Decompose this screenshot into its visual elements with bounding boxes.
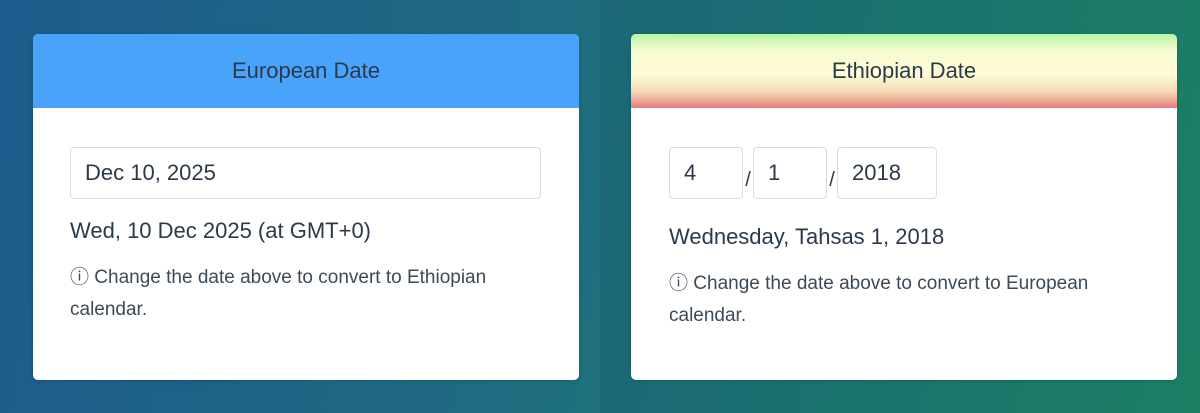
- ethiopian-day-input[interactable]: 4: [669, 147, 743, 199]
- ethiopian-card-header: Ethiopian Date: [631, 34, 1177, 108]
- european-hint-text: Change the date above to convert to Ethi…: [70, 267, 487, 320]
- european-converted-date: Wed, 10 Dec 2025 (at GMT+0): [70, 218, 372, 243]
- date-separator: /: [829, 168, 835, 191]
- european-card-header: European Date: [33, 34, 579, 108]
- ethiopian-year-value: 2018: [852, 160, 901, 185]
- ethiopian-hint: ⓘ Change the date above to convert to Eu…: [669, 268, 1089, 332]
- european-card-body: Dec 10, 2025 Wed, 10 Dec 2025 (at GMT+0)…: [33, 108, 579, 326]
- european-card-title: European Date: [232, 58, 380, 83]
- ethiopian-month-input[interactable]: 1: [753, 147, 827, 199]
- european-date-card: European Date Dec 10, 2025 Wed, 10 Dec 2…: [33, 34, 579, 380]
- ethiopian-date-card: Ethiopian Date 4 / 1 / 2018 Wednesday, T…: [631, 34, 1177, 380]
- ethiopian-column: Ethiopian Date 4 / 1 / 2018 Wednesday, T…: [600, 0, 1200, 413]
- date-separator: /: [745, 168, 751, 191]
- ethiopian-day-value: 4: [684, 160, 697, 185]
- ethiopian-converted-date: Wednesday, Tahsas 1, 2018: [669, 224, 945, 249]
- info-icon: ⓘ: [70, 267, 90, 288]
- european-column: European Date Dec 10, 2025 Wed, 10 Dec 2…: [0, 0, 600, 413]
- ethiopian-date-inputs: 4 / 1 / 2018: [669, 147, 1140, 199]
- european-date-input[interactable]: Dec 10, 2025: [70, 147, 541, 199]
- european-date-input-value: Dec 10, 2025: [85, 160, 216, 185]
- european-hint: ⓘ Change the date above to convert to Et…: [70, 262, 490, 326]
- ethiopian-year-input[interactable]: 2018: [837, 147, 937, 199]
- ethiopian-card-title: Ethiopian Date: [831, 58, 977, 83]
- ethiopian-card-body: 4 / 1 / 2018 Wednesday, Tahsas 1, 2018 ⓘ…: [631, 108, 1177, 332]
- info-icon: ⓘ: [669, 273, 689, 294]
- ethiopian-hint-text: Change the date above to convert to Euro…: [669, 273, 1089, 326]
- ethiopian-month-value: 1: [768, 160, 781, 185]
